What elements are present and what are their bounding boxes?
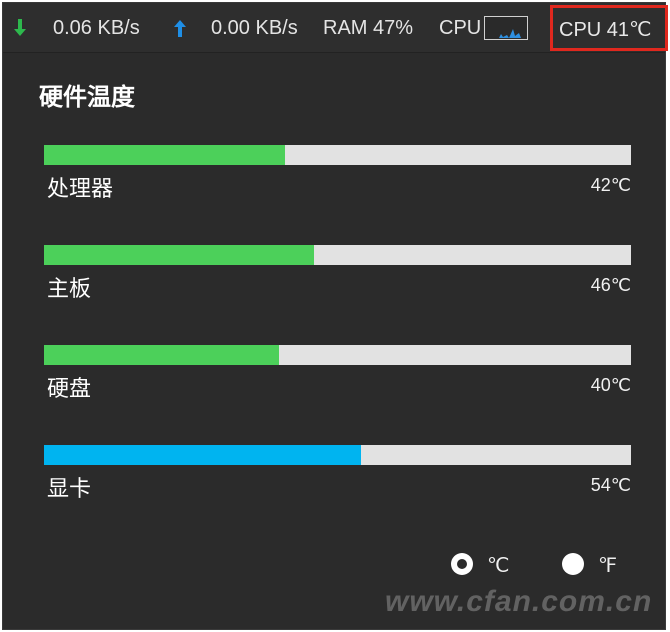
celsius-option[interactable]: ℃	[451, 551, 531, 579]
temperature-bar-fill	[44, 345, 279, 365]
ram-usage: RAM 47%	[323, 17, 414, 39]
upload-speed: 0.00 KB/s	[211, 17, 298, 39]
radio-selected-dot	[457, 559, 467, 569]
temperature-bar-track	[44, 145, 631, 165]
temperature-bar-fill	[44, 245, 315, 265]
sensor-label: 显卡	[47, 477, 92, 502]
temperature-bar-fill	[44, 145, 285, 165]
watermark: www.cfan.com.cn	[385, 585, 653, 618]
cpu-temp-indicator[interactable]: CPU 41℃	[550, 5, 668, 51]
download-speed: 0.06 KB/s	[53, 17, 140, 39]
sensor-label: 处理器	[47, 177, 114, 202]
celsius-radio[interactable]	[451, 553, 473, 575]
fahrenheit-label: ℉	[598, 555, 618, 577]
cpu-temp-text: CPU 41℃	[559, 19, 652, 41]
sensor-label: 硬盘	[47, 377, 92, 402]
sensor-row-cpu: 处理器 42℃	[44, 145, 631, 205]
sensor-row-disk: 硬盘 40℃	[44, 345, 631, 405]
celsius-label: ℃	[487, 555, 510, 577]
cpu-usage-graph	[484, 16, 528, 40]
sensor-row-gpu: 显卡 54℃	[44, 445, 631, 505]
sensor-row-motherboard: 主板 46℃	[44, 245, 631, 305]
fahrenheit-radio[interactable]	[562, 553, 584, 575]
temperature-bar-track	[44, 345, 631, 365]
hardware-temperature-window: 0.06 KB/s 0.00 KB/s RAM 47% CPU CPU 41℃ …	[2, 2, 668, 630]
sensor-value: 54℃	[590, 475, 631, 495]
arrow-down-icon	[14, 19, 26, 36]
temperature-bar-track	[44, 445, 631, 465]
panel-title: 硬件温度	[39, 83, 135, 111]
sensor-value: 42℃	[590, 175, 631, 195]
temperature-bar-track	[44, 245, 631, 265]
temperature-bar-fill	[44, 445, 361, 465]
fahrenheit-option[interactable]: ℉	[562, 551, 642, 579]
sensor-value: 46℃	[590, 275, 631, 295]
cpu-label: CPU	[439, 17, 482, 39]
sensor-value: 40℃	[590, 375, 631, 395]
status-bar: 0.06 KB/s 0.00 KB/s RAM 47% CPU CPU 41℃	[3, 3, 668, 53]
arrow-up-icon	[174, 20, 186, 37]
sensor-label: 主板	[47, 277, 92, 302]
